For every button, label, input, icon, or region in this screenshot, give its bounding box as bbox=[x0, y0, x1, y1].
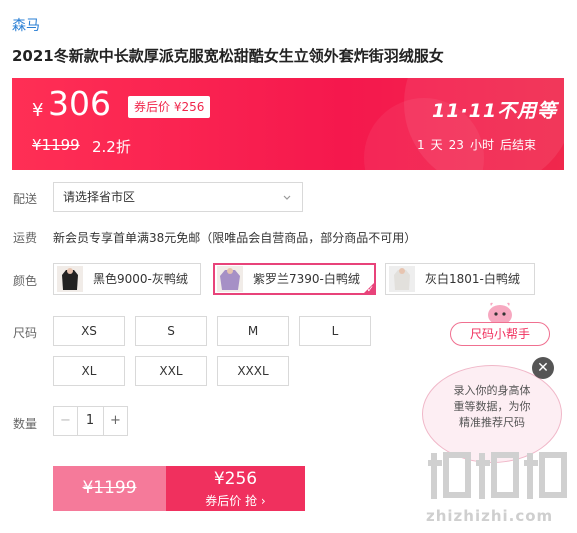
original-price: ¥1199 bbox=[32, 136, 80, 154]
color-option-violet[interactable]: 紫罗兰7390-白鸭绒 ✓ bbox=[213, 263, 376, 295]
countdown-days-unit: 天 bbox=[430, 138, 443, 152]
coupon-buy-price: ¥256 bbox=[213, 469, 258, 489]
size-option-m[interactable]: M bbox=[217, 316, 289, 346]
size-label: 尺码 bbox=[13, 326, 38, 340]
region-select[interactable]: 请选择省市区 bbox=[53, 182, 303, 212]
discount-rate: 2.2折 bbox=[92, 138, 131, 156]
promo-title: 11·11不用等 bbox=[432, 100, 558, 122]
countdown: 1 天 23 小时 后结束 bbox=[417, 136, 542, 153]
watermark-logo-icon bbox=[428, 452, 567, 499]
size-helper-text: 重等数据，为你 bbox=[453, 400, 531, 413]
quantity-label: 数量 bbox=[13, 417, 38, 431]
countdown-suffix: 后结束 bbox=[499, 138, 536, 152]
size-option-xxl[interactable]: XXL bbox=[135, 356, 207, 386]
size-option-xs[interactable]: XS bbox=[53, 316, 125, 346]
currency-symbol: ¥ bbox=[32, 100, 44, 121]
region-select-placeholder: 请选择省市区 bbox=[63, 190, 136, 204]
quantity-input[interactable]: 1 bbox=[77, 406, 103, 436]
size-helper-text: 录入你的身高体 bbox=[453, 384, 531, 397]
brand-link[interactable]: 森马 bbox=[12, 15, 40, 35]
original-price-button[interactable]: ¥1199 bbox=[53, 466, 166, 511]
countdown-hours: 23 bbox=[448, 138, 464, 152]
size-helper-text: 精准推荐尺码 bbox=[459, 416, 525, 429]
price-banner: ¥ 306 券后价 ¥256 ¥1199 2.2折 11·11不用等 1 天 23 小… bbox=[12, 78, 564, 170]
size-option-xxxl[interactable]: XXXL bbox=[217, 356, 289, 386]
color-option-label: 紫罗兰7390-白鸭绒 bbox=[253, 272, 360, 286]
color-option-black[interactable]: 黑色9000-灰鸭绒 bbox=[53, 263, 201, 295]
sale-price: 306 bbox=[48, 84, 111, 123]
size-option-s[interactable]: S bbox=[135, 316, 207, 346]
watermark-text: zhizhizhi.com bbox=[426, 507, 554, 525]
color-label: 颜色 bbox=[13, 274, 38, 288]
chevron-down-icon bbox=[282, 183, 292, 211]
watermark: zhizhizhi.com bbox=[424, 445, 574, 525]
color-thumbnail bbox=[389, 266, 415, 292]
quantity-increase-button[interactable]: + bbox=[103, 406, 128, 436]
check-icon: ✓ bbox=[366, 285, 374, 295]
size-option-l[interactable]: L bbox=[299, 316, 371, 346]
coupon-buy-button[interactable]: ¥256 券后价 抢 › bbox=[166, 466, 305, 511]
countdown-hours-unit: 小时 bbox=[469, 138, 494, 152]
color-thumbnail bbox=[57, 266, 83, 292]
size-option-xl[interactable]: XL bbox=[53, 356, 125, 386]
color-thumbnail bbox=[217, 266, 243, 292]
coupon-price-tag: 券后价 ¥256 bbox=[128, 96, 211, 118]
color-option-grey-white[interactable]: 灰白1801-白鸭绒 bbox=[385, 263, 535, 295]
product-title: 2021冬新款中长款厚派克服宽松甜酷女生立领外套炸街羽绒服女 bbox=[12, 47, 444, 65]
coupon-buy-label: 券后价 抢 › bbox=[205, 494, 266, 508]
delivery-label: 配送 bbox=[13, 192, 38, 206]
countdown-days: 1 bbox=[417, 138, 425, 152]
color-option-label: 黑色9000-灰鸭绒 bbox=[93, 272, 188, 286]
color-option-label: 灰白1801-白鸭绒 bbox=[425, 272, 520, 286]
size-helper-button[interactable]: 尺码小帮手 bbox=[450, 322, 550, 346]
quantity-decrease-button[interactable]: − bbox=[53, 406, 78, 436]
shipping-label: 运费 bbox=[13, 231, 38, 245]
shipping-info: 新会员专享首单满38元免邮（限唯品会自营商品，部分商品不可用） bbox=[53, 231, 417, 245]
close-icon[interactable]: ✕ bbox=[532, 357, 554, 379]
